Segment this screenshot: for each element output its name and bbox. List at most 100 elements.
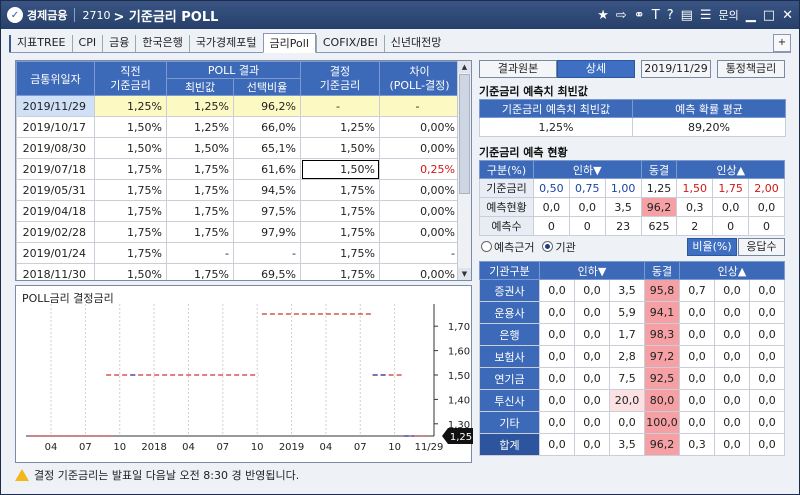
table-row: 합계 0,0 0,0 3,5 96,2 0,3 0,0 0,0 bbox=[479, 433, 785, 456]
radio-forecast-basis[interactable]: 예측근거 bbox=[481, 239, 534, 255]
policy-rate-button[interactable]: 통정책금리 bbox=[717, 60, 785, 78]
cell-diff: 0,00% bbox=[379, 263, 461, 280]
inst-cell: 0,0 bbox=[714, 433, 750, 456]
y-tick-label: 1,50 bbox=[448, 371, 470, 382]
inst-row-label: 연기금 bbox=[479, 367, 540, 390]
list-icon[interactable]: ☰ bbox=[700, 8, 712, 23]
table-row: 보험사 0,0 0,0 2,8 97,2 0,0 0,0 0,0 bbox=[479, 345, 785, 368]
inst-cell: 94,1 bbox=[644, 301, 680, 324]
text-size-icon[interactable]: T bbox=[652, 8, 660, 23]
brand-check-icon: ✓ bbox=[7, 7, 23, 23]
table-row[interactable]: 2019/08/30 1,50% 1,50% 65,1% 1,50% 0,00% bbox=[16, 137, 461, 159]
inst-cell: 0,0 bbox=[609, 411, 645, 434]
fc-cell: 1,00 bbox=[604, 178, 642, 198]
inst-cell: 2,8 bbox=[609, 345, 645, 368]
date-picker[interactable]: 2019/11/29 bbox=[641, 60, 711, 78]
scroll-down-icon[interactable]: ▼ bbox=[458, 268, 471, 280]
cell-date: 2019/10/17 bbox=[16, 116, 95, 138]
screen-title: > 기준금리 POLL bbox=[113, 9, 219, 25]
scroll-up-icon[interactable]: ▲ bbox=[458, 61, 471, 73]
help-icon[interactable]: ? bbox=[667, 8, 674, 23]
x-tick-label: 07 bbox=[216, 442, 229, 453]
screen-number: 2710 bbox=[82, 8, 111, 22]
count-button[interactable]: 응답수 bbox=[738, 238, 785, 256]
menu-item-finance[interactable]: 금융 bbox=[102, 35, 135, 52]
fc-cell: 96,2 bbox=[640, 197, 678, 217]
inst-row-label: 은행 bbox=[479, 323, 540, 346]
inst-cell: 0,0 bbox=[574, 345, 610, 368]
inst-row-label: 투신사 bbox=[479, 389, 540, 412]
tab-detail[interactable]: 상세 bbox=[557, 60, 635, 78]
fc-cell: 2,00 bbox=[748, 178, 785, 198]
table-row[interactable]: 2019/02/28 1,75% 1,75% 97,9% 1,75% 0,00% bbox=[16, 221, 461, 243]
export-icon[interactable]: ⇨ bbox=[616, 8, 627, 23]
menu-item-cpi[interactable]: CPI bbox=[71, 35, 103, 52]
brand-name: 경제금융 bbox=[27, 9, 68, 22]
col-header-date[interactable]: 금통위일자 bbox=[16, 61, 95, 96]
table-row: 연기금 0,0 0,0 7,5 92,5 0,0 0,0 0,0 bbox=[479, 367, 785, 390]
print-icon[interactable]: ▤ bbox=[681, 8, 693, 23]
tab-result-raw[interactable]: 결과원본 bbox=[479, 60, 557, 78]
fc-cell: 0,0 bbox=[712, 197, 750, 217]
menu-item-cofix[interactable]: COFIX/BEI bbox=[315, 35, 384, 52]
inst-cell: 0,0 bbox=[679, 411, 715, 434]
maximize-icon[interactable]: □ bbox=[763, 8, 775, 23]
inst-cell: 0,0 bbox=[749, 279, 785, 302]
status-bar: 결정 기준금리는 발표일 다음날 오전 8:30 경 반영됩니다. bbox=[15, 465, 791, 485]
minimize-icon[interactable]: ▁ bbox=[746, 8, 756, 23]
menu-item-bok[interactable]: 한국은행 bbox=[135, 35, 188, 52]
cell-mode: 1,75% bbox=[166, 200, 234, 222]
col-header-poll-result: POLL 결과 bbox=[165, 61, 302, 79]
inst-cell: 0,0 bbox=[749, 345, 785, 368]
inst-cell: 0,0 bbox=[749, 411, 785, 434]
table-scrollbar[interactable]: ▲ ▼ bbox=[457, 61, 471, 280]
fc-header-hike: 인상▲ bbox=[676, 160, 785, 179]
inst-cell: 0,0 bbox=[574, 301, 610, 324]
cell-ratio: 66,0% bbox=[232, 116, 302, 138]
cell-prev: 1,50% bbox=[94, 137, 167, 159]
favorite-star-icon[interactable]: ★ bbox=[597, 8, 609, 23]
ratio-button[interactable]: 비율(%) bbox=[687, 238, 737, 256]
menu-item-economy-portal[interactable]: 국가경제포털 bbox=[188, 35, 263, 52]
fc-cell: 0,0 bbox=[533, 197, 570, 217]
radio-off-icon bbox=[481, 241, 492, 252]
table-row[interactable]: 2019/11/29 1,25% 1,25% 96,2% - - bbox=[16, 95, 461, 117]
close-icon[interactable]: ✕ bbox=[782, 8, 793, 23]
table-row: 예측수 0 0 23 625 2 0 0 bbox=[479, 216, 785, 236]
cell-diff: - bbox=[379, 242, 461, 264]
scroll-thumb[interactable] bbox=[459, 74, 470, 194]
inst-cell: 0,0 bbox=[574, 433, 610, 456]
inst-cell: 0,0 bbox=[749, 301, 785, 324]
table-row[interactable]: 2019/01/24 1,75% - -1,75% - bbox=[16, 242, 461, 264]
table-row[interactable]: 2019/04/18 1,75% 1,75% 97,5% 1,75% 0,00% bbox=[16, 200, 461, 222]
link-icon[interactable]: ⚭ bbox=[634, 8, 645, 23]
cell-diff: 0,00% bbox=[379, 200, 461, 222]
col-header-prev-rate: 직전 기준금리 bbox=[94, 61, 167, 96]
table-row[interactable]: 2019/10/17 1,50% 1,25% 66,0% 1,25% 0,00% bbox=[16, 116, 461, 138]
menu-item-indicator-tree[interactable]: 지표TREE bbox=[9, 35, 72, 52]
fc-row-label: 예측수 bbox=[479, 216, 534, 236]
cell-ratio: 69,5% bbox=[232, 263, 302, 280]
fc-cell: 23 bbox=[604, 216, 642, 236]
fc-header-hold: 동결 bbox=[640, 160, 678, 179]
table-row[interactable]: 2018/11/30 1,50% 1,75% 69,5% 1,75% 0,00% bbox=[16, 263, 461, 280]
inst-cell: 0,0 bbox=[539, 323, 575, 346]
x-tick-label: 10 bbox=[113, 442, 126, 453]
inquiry-link[interactable]: 문의 bbox=[719, 7, 739, 23]
inst-cell: 20,0 bbox=[609, 389, 645, 412]
menu-item-rate-poll[interactable]: 금리Poll bbox=[262, 33, 316, 53]
inst-cell: 0,3 bbox=[679, 433, 715, 456]
inst-cell: 100,0 bbox=[644, 411, 680, 434]
inst-cell: 0,7 bbox=[679, 279, 715, 302]
table-row[interactable]: 2019/05/31 1,75% 1,75% 94,5% 1,75% 0,00% bbox=[16, 179, 461, 201]
fc-cell: 0,0 bbox=[748, 197, 785, 217]
menu-item-outlook[interactable]: 신년대전망 bbox=[383, 35, 448, 52]
cell-prev: 1,75% bbox=[94, 221, 167, 243]
cell-decided: 1,75% bbox=[300, 200, 381, 222]
add-tab-icon[interactable]: + bbox=[773, 34, 791, 52]
cell-ratio: 61,6% bbox=[232, 158, 302, 180]
table-row[interactable]: 2019/07/18 1,75% 1,75% 61,6% 1,50% 0,25% bbox=[16, 158, 461, 180]
inst-cell: 0,0 bbox=[574, 389, 610, 412]
radio-institution[interactable]: 기관 bbox=[542, 239, 576, 255]
cell-decided: 1,75% bbox=[300, 221, 381, 243]
